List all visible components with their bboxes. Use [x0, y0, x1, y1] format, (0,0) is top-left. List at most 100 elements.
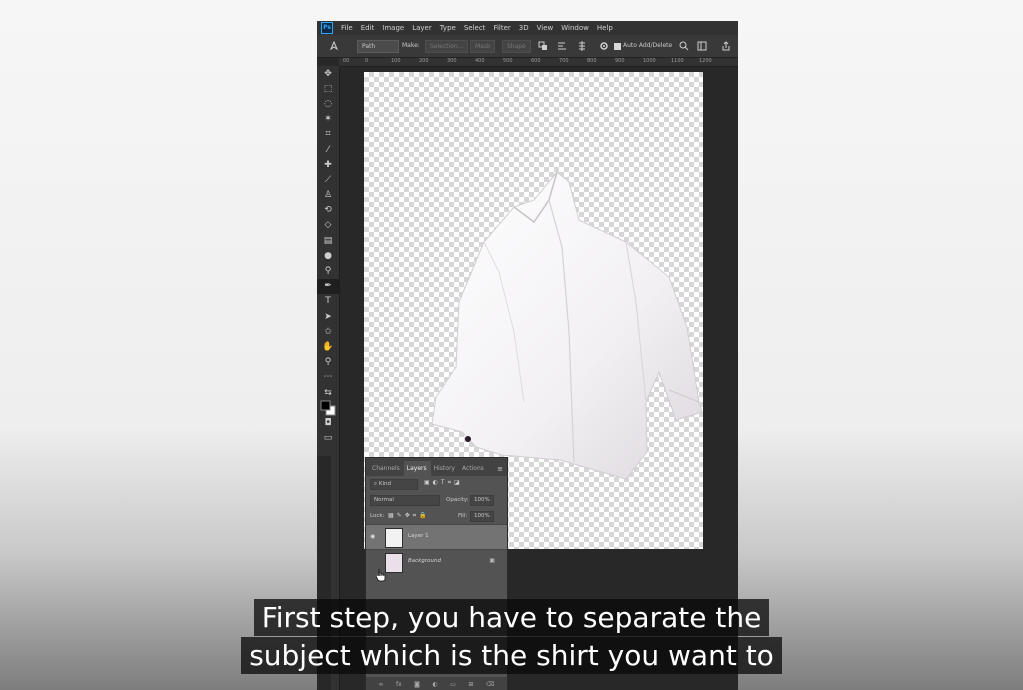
layer-style-icon[interactable]: fx: [396, 681, 402, 688]
tab-layers[interactable]: Layers: [403, 461, 431, 476]
color-swatches-icon[interactable]: [317, 400, 339, 416]
menu-3d[interactable]: 3D: [519, 24, 529, 32]
subtitle-line-2: subject which is the shirt you want to: [241, 637, 782, 674]
eye-icon[interactable]: ◉: [370, 533, 375, 540]
ruler-label: 1200: [699, 58, 712, 64]
menu-select[interactable]: Select: [464, 24, 486, 32]
path-operations-icon[interactable]: [538, 41, 548, 51]
path-selection-tool-icon[interactable]: ➤: [317, 309, 339, 324]
search-icon[interactable]: [679, 41, 689, 51]
workspace-icon[interactable]: [697, 41, 707, 51]
eraser-tool-icon[interactable]: ◇: [317, 218, 339, 233]
layer-thumbnail: [385, 553, 403, 573]
subtitle-line-1-wrapper: First step, you have to separate the: [0, 599, 1023, 636]
path-alignment-icon[interactable]: [557, 41, 567, 51]
move-tool-icon[interactable]: ✥: [317, 66, 339, 81]
auto-add-delete-checkbox[interactable]: [614, 43, 621, 50]
filter-kind-select[interactable]: ⌕ Kind: [370, 479, 418, 490]
menu-layer[interactable]: Layer: [412, 24, 432, 32]
menu-filter[interactable]: Filter: [493, 24, 510, 32]
type-tool-icon[interactable]: T: [317, 294, 339, 309]
panel-menu-icon[interactable]: ≡: [497, 465, 503, 473]
ruler-label: 600: [531, 58, 541, 64]
pen-tool-icon[interactable]: ✒: [317, 278, 339, 294]
marquee-tool-icon[interactable]: ⬚: [317, 81, 339, 96]
ruler-label: 900: [615, 58, 625, 64]
filter-kind-value: Kind: [378, 481, 391, 487]
share-icon[interactable]: [721, 41, 731, 51]
healing-brush-tool-icon[interactable]: ✚: [317, 157, 339, 172]
lock-options-icons[interactable]: ▦✎✥⌗🔒: [388, 512, 430, 520]
swap-colors-icon[interactable]: ⇆: [317, 385, 339, 400]
ruler-label: 400: [475, 58, 485, 64]
more-tools-icon[interactable]: ⋯: [317, 370, 339, 385]
tool-mode-select[interactable]: Path: [357, 40, 399, 53]
lock-icon: ▣: [489, 557, 495, 564]
new-group-icon[interactable]: ▭: [450, 681, 456, 688]
photoshop-logo-icon[interactable]: Ps: [321, 22, 333, 34]
zoom-tool-icon[interactable]: ⚲: [317, 355, 339, 370]
ruler-label: 300: [447, 58, 457, 64]
adjustment-layer-icon[interactable]: ◐: [433, 681, 438, 688]
add-mask-icon[interactable]: ◙: [414, 681, 420, 688]
tools-panel: ✥ ⬚ ◌ ✶ ⌗ ⁄ ✚ ⟋ ♙ ⟲ ◇ ▤ ● ⚲ ✒ T ➤ ✩ ✋ ⚲ …: [317, 66, 339, 456]
layer-row-background[interactable]: Background ▣: [366, 549, 507, 574]
options-bar: Path Make: Selection... Mask Shape Auto …: [317, 35, 738, 58]
filter-type-icons[interactable]: ▣◐T⌗◪: [424, 479, 463, 487]
fill-field[interactable]: 100%: [470, 511, 494, 522]
layer-name: Background: [408, 558, 441, 564]
make-mask-button[interactable]: Mask: [470, 40, 496, 53]
link-layers-icon[interactable]: ∞: [379, 681, 384, 688]
screen-mode-icon[interactable]: ▭: [317, 431, 339, 446]
trash-icon[interactable]: ⌫: [486, 681, 494, 688]
gradient-tool-icon[interactable]: ▤: [317, 233, 339, 248]
panel-footer: ∞ fx ◙ ◐ ▭ ⊞ ⌫: [366, 677, 507, 690]
menu-type[interactable]: Type: [440, 24, 456, 32]
make-shape-button[interactable]: Shape: [502, 40, 531, 53]
shape-tool-icon[interactable]: ✩: [317, 324, 339, 339]
quick-mask-icon[interactable]: ◘: [317, 415, 339, 430]
tab-channels[interactable]: Channels: [369, 465, 404, 476]
pen-tool-icon[interactable]: [329, 41, 339, 51]
magic-wand-tool-icon[interactable]: ✶: [317, 112, 339, 127]
hand-cursor-icon: [375, 569, 386, 582]
menu-window[interactable]: Window: [561, 24, 589, 32]
lasso-tool-icon[interactable]: ◌: [317, 96, 339, 111]
menu-file[interactable]: File: [341, 24, 353, 32]
tab-actions[interactable]: Actions: [459, 465, 488, 476]
menu-view[interactable]: View: [537, 24, 554, 32]
menu-help[interactable]: Help: [597, 24, 613, 32]
blur-tool-icon[interactable]: ●: [317, 248, 339, 263]
lock-row: Lock: ▦✎✥⌗🔒 Fill: 100%: [366, 508, 507, 524]
make-label: Make:: [402, 42, 420, 49]
ruler-label: 100: [391, 58, 401, 64]
layer-name: Layer 1: [408, 533, 429, 539]
history-brush-tool-icon[interactable]: ⟲: [317, 203, 339, 218]
crop-tool-icon[interactable]: ⌗: [317, 127, 339, 142]
gear-icon[interactable]: [599, 41, 609, 51]
tab-history[interactable]: History: [431, 465, 459, 476]
menu-image[interactable]: Image: [382, 24, 404, 32]
layer-filter-row: ⌕ Kind ▣◐T⌗◪: [366, 476, 507, 492]
new-layer-icon[interactable]: ⊞: [468, 681, 473, 688]
eyedropper-tool-icon[interactable]: ⁄: [317, 142, 339, 157]
ruler-label: 700: [559, 58, 569, 64]
fill-label: Fill:: [458, 513, 468, 519]
brush-tool-icon[interactable]: ⟋: [317, 172, 339, 187]
opacity-field[interactable]: 100%: [470, 495, 494, 506]
dodge-tool-icon[interactable]: ⚲: [317, 263, 339, 278]
layer-row-layer-1[interactable]: ◉ Layer 1: [366, 524, 507, 549]
ruler-label: 200: [419, 58, 429, 64]
menu-edit[interactable]: Edit: [361, 24, 375, 32]
ruler-label: 1100: [671, 58, 684, 64]
path-arrangement-icon[interactable]: [577, 41, 587, 51]
make-selection-button[interactable]: Selection...: [425, 40, 469, 53]
auto-add-delete-label: Auto Add/Delete: [623, 42, 673, 49]
ruler-label: 500: [503, 58, 513, 64]
clone-stamp-tool-icon[interactable]: ♙: [317, 188, 339, 203]
blend-mode-select[interactable]: Normal: [370, 495, 440, 506]
subtitle-line-2-wrapper: subject which is the shirt you want to: [0, 637, 1023, 674]
hand-tool-icon[interactable]: ✋: [317, 339, 339, 354]
ruler-label: 00: [343, 58, 350, 64]
opacity-label: Opacity:: [446, 497, 469, 503]
